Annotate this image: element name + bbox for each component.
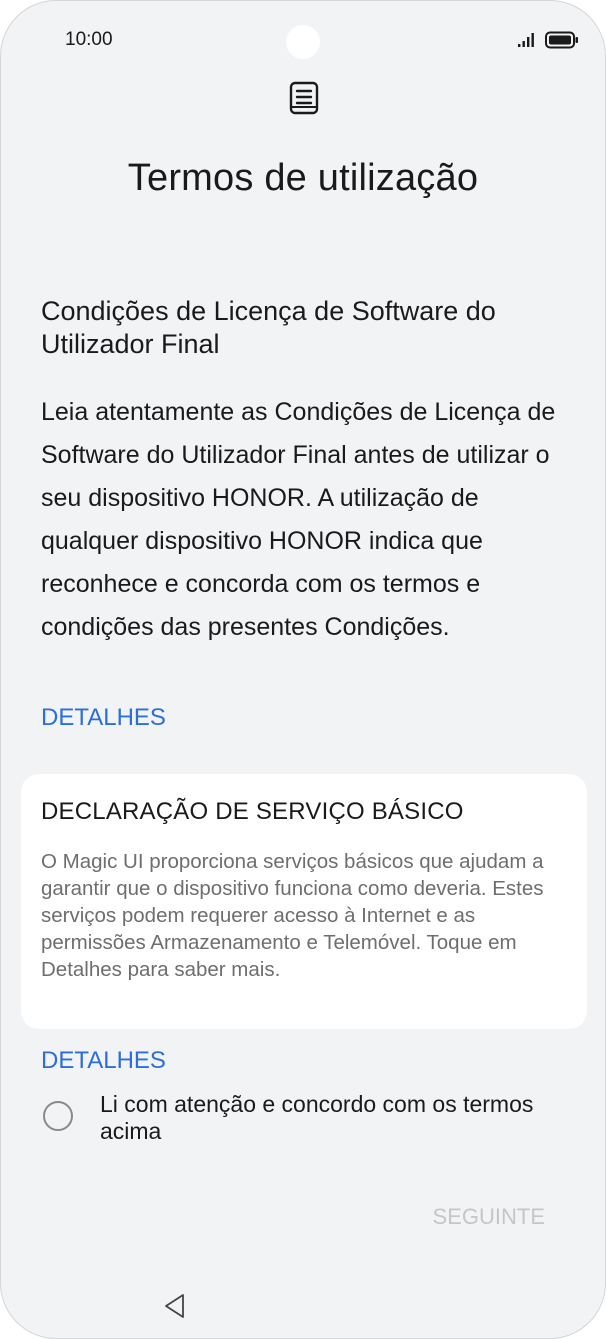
agreement-row[interactable]: Li com atenção e concordo com os termos … bbox=[43, 1089, 583, 1149]
back-triangle-icon[interactable] bbox=[163, 1293, 187, 1319]
agreement-label[interactable]: Li com atenção e concordo com os termos … bbox=[100, 1091, 580, 1145]
front-camera bbox=[286, 25, 320, 59]
status-time: 10:00 bbox=[65, 29, 113, 50]
eula-body: Leia atentamente as Condições de Licença… bbox=[41, 398, 556, 641]
status-icons bbox=[517, 31, 579, 49]
agreement-radio[interactable] bbox=[43, 1101, 73, 1131]
basic-service-title: DECLARAÇÃO DE SERVIÇO BÁSICO bbox=[41, 798, 464, 825]
basic-service-card: DECLARAÇÃO DE SERVIÇO BÁSICO O Magic UI … bbox=[21, 774, 587, 1029]
basic-service-details-link[interactable]: DETALHES bbox=[41, 1047, 166, 1075]
eula-title: Condições de Licença de Software do Util… bbox=[41, 296, 496, 359]
battery-icon bbox=[545, 31, 578, 49]
signal-icon bbox=[518, 33, 534, 47]
page-title: Termos de utilização bbox=[127, 157, 479, 199]
phone-screen: 10:00 Termos de utilização Condições de … bbox=[0, 0, 606, 1339]
eula-details-link[interactable]: DETALHES bbox=[41, 704, 166, 732]
basic-service-body: O Magic UI proporciona serviços básicos … bbox=[41, 850, 544, 981]
next-button[interactable]: SEGUINTE bbox=[433, 1204, 545, 1230]
document-icon bbox=[289, 81, 319, 115]
